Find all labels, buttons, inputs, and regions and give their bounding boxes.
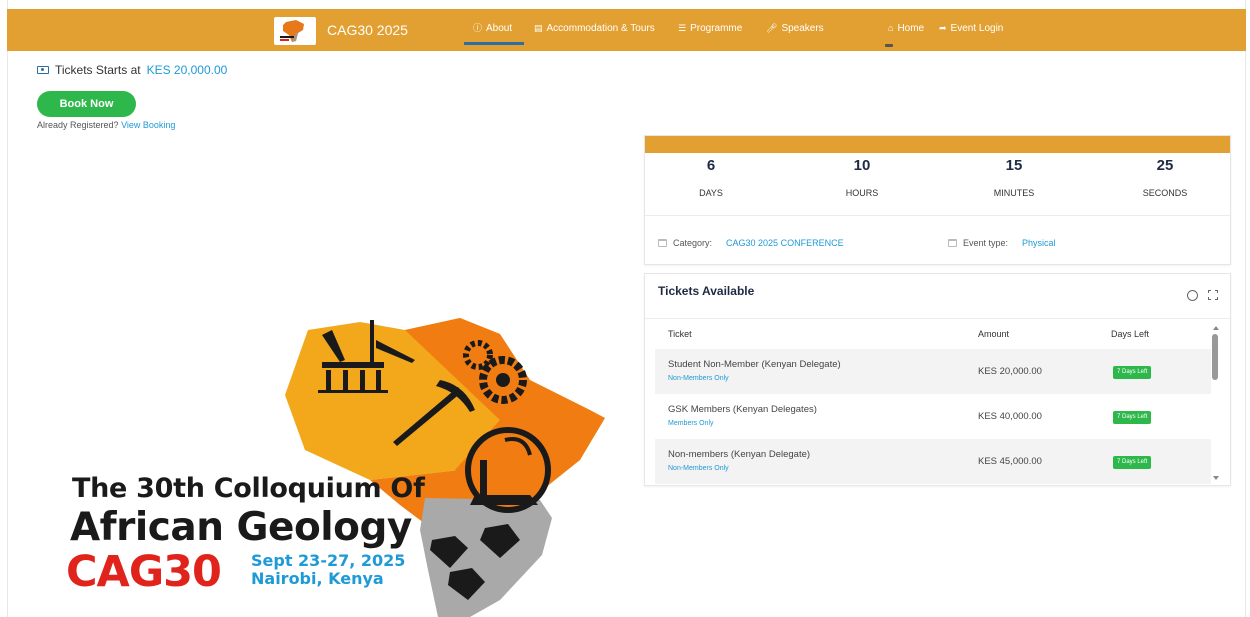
poster-title-line1: The 30th Colloquium Of <box>72 473 425 504</box>
ticket-name: GSK Members (Kenyan Delegates) <box>668 404 817 415</box>
partial-title-fragment <box>885 44 893 47</box>
book-icon: ▤ <box>534 23 543 33</box>
tickets-start-label: Tickets Starts at <box>55 63 141 77</box>
nav-event-login-label: Event Login <box>950 23 1004 34</box>
ticket-amount: KES 45,000.00 <box>978 456 1042 467</box>
nav-programme[interactable]: ☰ Programme <box>678 23 742 34</box>
tickets-start-price: Tickets Starts at KES 20,000.00 <box>37 63 227 77</box>
nav-speakers-label: Speakers <box>781 23 824 34</box>
column-header-ticket: Ticket <box>668 329 692 339</box>
nav-about[interactable]: ⓘ About <box>473 23 512 34</box>
table-row[interactable]: GSK Members (Kenyan Delegates) Members O… <box>655 394 1211 439</box>
countdown-divider <box>645 215 1230 216</box>
table-row[interactable]: Non-members (Kenyan Delegate) Non-Member… <box>655 439 1211 484</box>
ticket-name: Student Non-Member (Kenyan Delegate) <box>668 359 841 370</box>
nav-speakers[interactable]: 🎤︎ Speakers <box>766 23 824 34</box>
countdown-header-bar <box>645 136 1230 153</box>
countdown-hours-label: HOURS <box>845 188 879 198</box>
table-row[interactable]: Student Non-Member (Kenyan Delegate) Non… <box>655 349 1211 394</box>
home-icon: ⌂ <box>888 23 894 33</box>
poster-acronym: CAG30 <box>66 547 222 597</box>
scrollbar-thumb[interactable] <box>1212 334 1218 380</box>
days-left-badge: 7 Days Left <box>1113 456 1152 469</box>
countdown-hours: 10 HOURS <box>822 154 902 198</box>
poster-title-line2: African Geology <box>70 505 412 550</box>
ticket-eligibility: Non-Members Only <box>668 465 729 472</box>
microphone-icon: 🎤︎ <box>766 23 778 33</box>
money-icon <box>37 66 49 74</box>
countdown-card: 6 DAYS 10 HOURS 15 MINUTES 25 SECONDS Ca… <box>644 135 1231 265</box>
countdown-seconds: 25 SECONDS <box>1125 154 1205 198</box>
nav-programme-label: Programme <box>690 23 743 34</box>
calendar-icon <box>948 239 957 247</box>
nav-home[interactable]: ⌂ Home <box>888 23 924 34</box>
event-type: Event type: Physical <box>948 238 1056 248</box>
refresh-icon[interactable] <box>1187 290 1198 301</box>
nav-accommodation[interactable]: ▤ Accommodation & Tours <box>534 23 655 34</box>
nav-about-label: About <box>486 23 513 34</box>
countdown-seconds-value: 25 <box>1156 157 1174 174</box>
nav-accommodation-label: Accommodation & Tours <box>546 23 655 34</box>
event-type-label: Event type: <box>963 238 1009 248</box>
fullscreen-icon[interactable] <box>1208 290 1218 300</box>
top-navbar: CAG30 2025 ⓘ About ▤ Accommodation & Tou… <box>7 9 1246 51</box>
scroll-up-arrow-icon[interactable] <box>1213 326 1219 330</box>
poster-dates-location: Sept 23-27, 2025 Nairobi, Kenya <box>251 552 405 588</box>
tickets-card-title: Tickets Available <box>658 284 755 298</box>
countdown-minutes: 15 MINUTES <box>974 154 1054 198</box>
days-left-badge: 7 Days Left <box>1113 411 1152 424</box>
poster-location: Nairobi, Kenya <box>251 569 384 588</box>
column-header-amount: Amount <box>978 329 1010 339</box>
already-registered-text: Already Registered? <box>37 120 119 130</box>
nav-active-indicator <box>464 42 524 45</box>
countdown-days: 6 DAYS <box>671 154 751 198</box>
ticket-amount: KES 20,000.00 <box>978 366 1042 377</box>
countdown-days-label: DAYS <box>699 188 723 198</box>
brand-logo[interactable] <box>274 17 316 45</box>
calendar-icon <box>658 239 667 247</box>
book-now-button[interactable]: Book Now <box>37 91 136 117</box>
view-booking-link[interactable]: View Booking <box>121 120 175 130</box>
event-type-value[interactable]: Physical <box>1022 238 1056 248</box>
list-icon: ☰ <box>678 23 687 33</box>
already-registered: Already Registered? View Booking <box>37 120 175 130</box>
event-category: Category: CAG30 2025 CONFERENCE <box>658 238 844 248</box>
event-category-value[interactable]: CAG30 2025 CONFERENCE <box>726 238 844 248</box>
event-category-label: Category: <box>673 238 713 248</box>
nav-event-login[interactable]: ➦ Event Login <box>939 23 1003 34</box>
tickets-start-amount: KES 20,000.00 <box>146 63 228 77</box>
ticket-eligibility: Members Only <box>668 420 714 427</box>
column-header-days-left: Days Left <box>1111 329 1150 339</box>
tickets-card-divider <box>645 318 1230 319</box>
tickets-scrollbar[interactable] <box>1211 324 1221 484</box>
poster-dates: Sept 23-27, 2025 <box>251 551 406 570</box>
scroll-down-arrow-icon[interactable] <box>1213 476 1219 480</box>
info-circle-icon: ⓘ <box>473 23 483 33</box>
ticket-eligibility: Non-Members Only <box>668 375 729 382</box>
countdown-seconds-label: SECONDS <box>1142 188 1188 198</box>
nav-home-label: Home <box>897 23 925 34</box>
countdown-days-value: 6 <box>706 157 716 174</box>
share-arrow-icon: ➦ <box>939 23 947 33</box>
countdown-hours-value: 10 <box>853 157 871 174</box>
ticket-name: Non-members (Kenyan Delegate) <box>668 449 811 460</box>
countdown-minutes-label: MINUTES <box>993 188 1035 198</box>
countdown-minutes-value: 15 <box>1005 157 1023 174</box>
brand-name[interactable]: CAG30 2025 <box>327 22 408 38</box>
tickets-card: Tickets Available Ticket Amount Days Lef… <box>644 273 1231 486</box>
ticket-amount: KES 40,000.00 <box>978 411 1042 422</box>
days-left-badge: 7 Days Left <box>1113 366 1152 379</box>
